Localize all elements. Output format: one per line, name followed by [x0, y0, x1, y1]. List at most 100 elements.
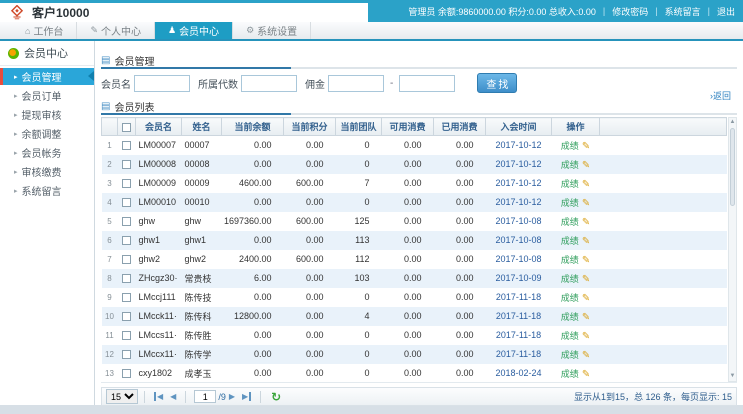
search-button[interactable]: 查找 [477, 73, 518, 93]
filler-cell [600, 345, 727, 364]
name-cell: 陈传胜 [184, 330, 212, 341]
edit-pencil-icon[interactable]: ✎ [582, 350, 590, 361]
scroll-up-icon[interactable]: ▲ [729, 118, 736, 127]
score-link[interactable]: 成绩 [561, 350, 579, 360]
team-cell: 0 [364, 292, 370, 302]
prev-page-icon[interactable]: ◀ [170, 392, 176, 401]
score-link[interactable]: 成绩 [561, 255, 579, 265]
sidebar-item[interactable]: ▸ 提现审核 [0, 106, 94, 123]
last-page-icon[interactable]: ▶ [241, 392, 252, 401]
page-size-select[interactable]: 15 [106, 389, 138, 404]
scroll-down-icon[interactable]: ▼ [729, 372, 736, 381]
row-checkbox[interactable] [122, 198, 131, 208]
edit-pencil-icon[interactable]: ✎ [582, 141, 590, 152]
balance-cell: 0.00 [253, 197, 272, 207]
row-checkbox[interactable] [122, 293, 131, 303]
row-checkbox[interactable] [122, 179, 131, 189]
points-cell: 0.00 [305, 368, 324, 378]
sidebar-item[interactable]: ▸ 余额调整 [0, 125, 94, 142]
arrow-right-icon: ▸ [14, 168, 18, 176]
commission-max-input[interactable] [399, 74, 456, 92]
panel-title-label: 会员列表 [114, 102, 155, 114]
score-link[interactable]: 成绩 [561, 160, 579, 170]
row-checkbox[interactable] [122, 255, 131, 265]
score-link[interactable]: 成绩 [561, 179, 579, 189]
points-cell: 0.00 [305, 292, 324, 302]
select-all-checkbox[interactable] [122, 122, 131, 132]
col-used: 已用消费 [433, 117, 486, 136]
row-checkbox[interactable] [122, 236, 131, 246]
tab-member-center[interactable]: ♟ 会员中心 [154, 22, 234, 39]
scrollbar-thumb[interactable] [730, 128, 735, 206]
top-bar: 客户10000 管理员 余额:9860000.00 积分:0.00 总收入:0.… [0, 0, 743, 22]
sidebar-title-label: 会员中心 [24, 48, 68, 60]
score-link[interactable]: 成绩 [561, 198, 579, 208]
system-message-link[interactable]: 系统留言 [665, 5, 701, 18]
sidebar-item[interactable]: ▸ 会员管理 [0, 68, 94, 85]
generation-input[interactable] [241, 74, 297, 92]
sidebar-title: 会员中心 [0, 41, 94, 66]
row-select-cell [118, 174, 136, 193]
edit-pencil-icon[interactable]: ✎ [582, 312, 590, 323]
edit-pencil-icon[interactable]: ✎ [582, 179, 590, 190]
name-cell: 陈传学 [184, 349, 212, 360]
tab-personal-center[interactable]: ✎ 个人中心 [77, 22, 155, 39]
row-checkbox[interactable] [122, 350, 131, 360]
row-number: 10 [105, 311, 114, 321]
sidebar-item[interactable]: ▸ 会员帐务 [0, 144, 94, 161]
first-page-icon[interactable]: ◀ [154, 392, 164, 401]
edit-pencil-icon[interactable]: ✎ [582, 160, 590, 171]
member-name-label: 会员名 [101, 79, 131, 91]
row-checkbox[interactable] [122, 217, 131, 227]
score-link[interactable]: 成绩 [561, 274, 579, 284]
used-cell: 0.00 [455, 254, 474, 264]
app-window: 客户10000 管理员 余额:9860000.00 积分:0.00 总收入:0.… [0, 0, 743, 406]
edit-pencil-icon[interactable]: ✎ [582, 369, 590, 380]
edit-pencil-icon[interactable]: ✎ [582, 198, 590, 209]
row-checkbox[interactable] [122, 331, 131, 341]
edit-pencil-icon[interactable]: ✎ [582, 293, 590, 304]
current-page-input[interactable] [194, 390, 217, 403]
row-checkbox[interactable] [122, 141, 131, 151]
action-cell: 成绩 ✎ [552, 288, 600, 307]
next-page-icon[interactable]: ▶ [229, 392, 235, 401]
change-password-link[interactable]: 修改密码 [612, 5, 648, 18]
member-cell: LMcck11· [138, 311, 177, 321]
member-name-input[interactable] [134, 74, 190, 92]
score-link[interactable]: 成绩 [561, 236, 579, 246]
team-cell: 0 [364, 368, 370, 378]
edit-pencil-icon[interactable]: ✎ [582, 331, 590, 342]
row-checkbox[interactable] [122, 312, 131, 322]
sidebar-item[interactable]: ▸ 会员订单 [0, 87, 94, 104]
filler-cell [600, 174, 727, 193]
sidebar-item[interactable]: ▸ 系统留言 [0, 182, 94, 199]
refresh-icon[interactable]: ↻ [271, 390, 281, 404]
score-link[interactable]: 成绩 [561, 331, 579, 341]
score-link[interactable]: 成绩 [561, 141, 579, 151]
row-checkbox[interactable] [122, 274, 131, 284]
tab-system-settings[interactable]: ⚙ 系统设置 [233, 22, 312, 39]
join-date-cell: 2017-11-18 [495, 292, 542, 302]
row-checkbox[interactable] [122, 160, 131, 170]
logout-link[interactable]: 退出 [717, 5, 735, 18]
edit-pencil-icon[interactable]: ✎ [582, 274, 590, 285]
team-cell: 0 [364, 159, 370, 169]
edit-pencil-icon[interactable]: ✎ [582, 217, 590, 228]
score-link[interactable]: 成绩 [561, 369, 579, 379]
available-cell: 0.00 [403, 311, 422, 321]
action-cell: 成绩 ✎ [552, 364, 600, 383]
table-row: 12 LMccx11· 陈传学 0.00 0.00 0 0.00 0.00 2017-11-18… [101, 344, 727, 364]
select-all-header [117, 117, 136, 136]
score-link[interactable]: 成绩 [561, 293, 579, 303]
member-cell: LM00010 [138, 197, 177, 207]
sidebar-item[interactable]: ▸ 审核缴费 [0, 163, 94, 180]
row-checkbox[interactable] [122, 369, 131, 379]
commission-min-input[interactable] [328, 74, 384, 92]
tab-workbench[interactable]: ⌂ 工作台 [12, 22, 78, 39]
score-link[interactable]: 成绩 [561, 312, 579, 322]
score-link[interactable]: 成绩 [561, 217, 579, 227]
edit-pencil-icon[interactable]: ✎ [582, 255, 590, 266]
available-cell: 0.00 [403, 349, 422, 359]
vertical-scrollbar[interactable]: ▲ ▼ [728, 117, 737, 382]
edit-pencil-icon[interactable]: ✎ [582, 236, 590, 247]
